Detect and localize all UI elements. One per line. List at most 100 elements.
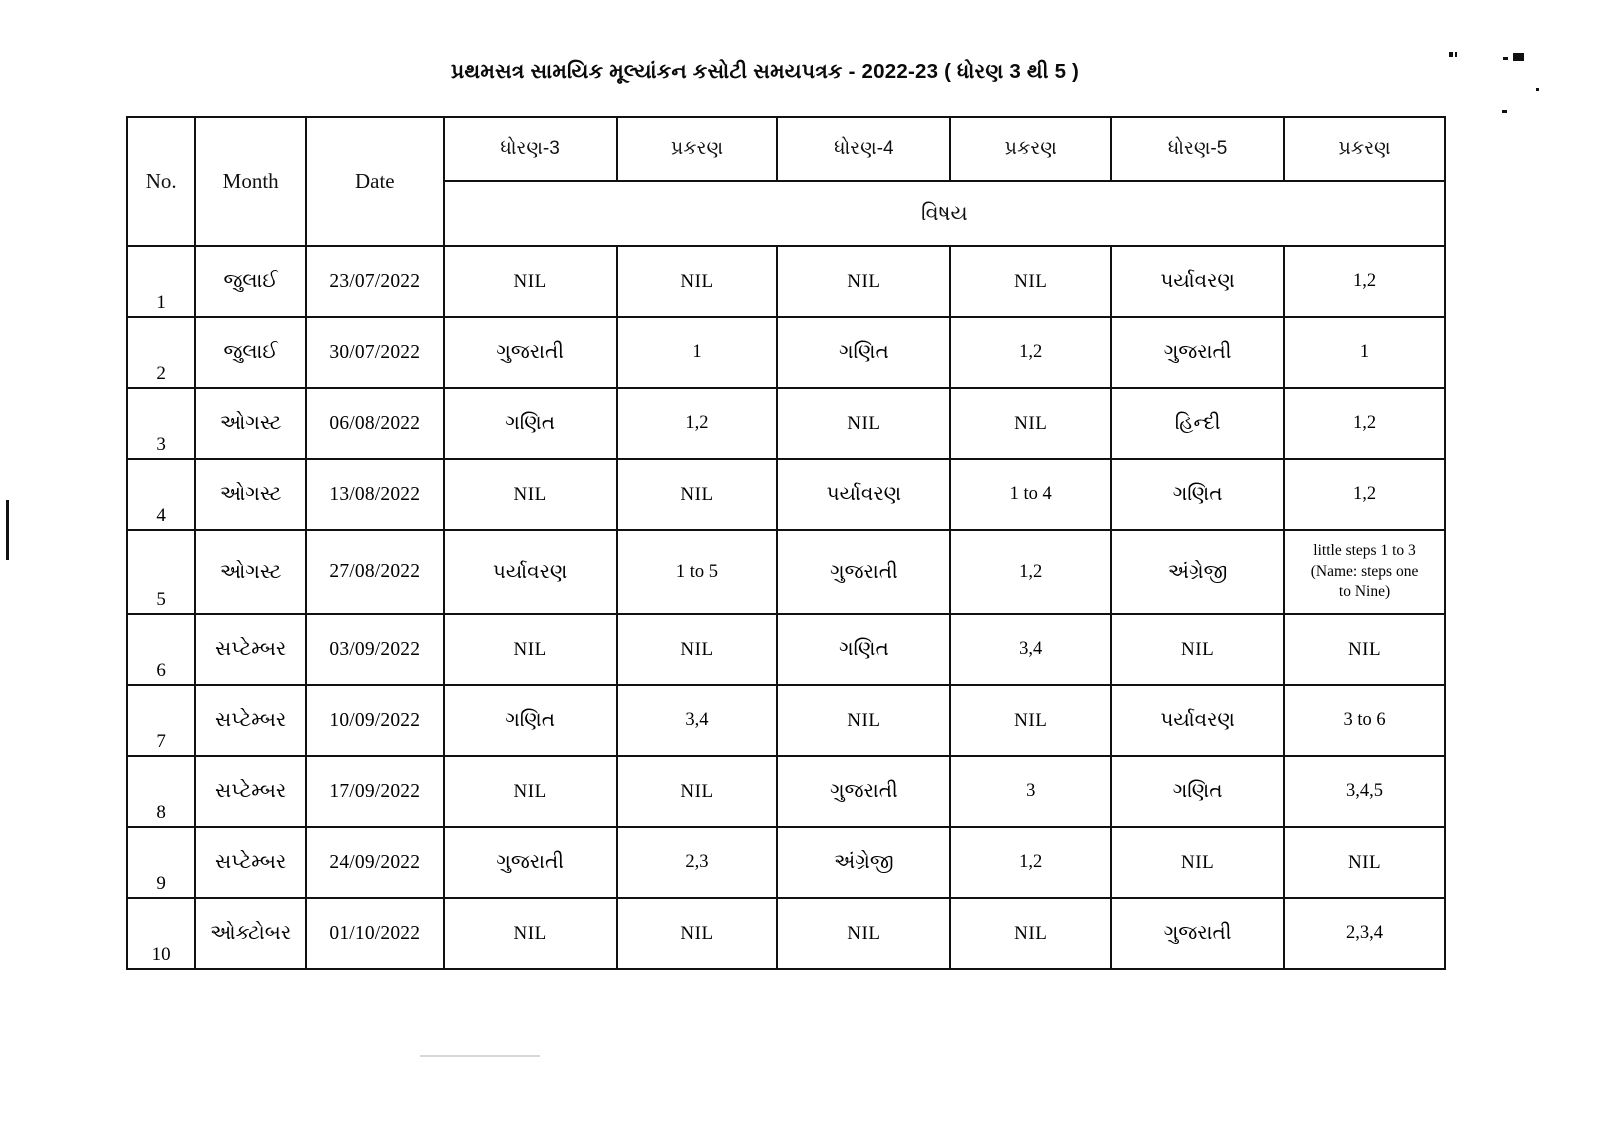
grade5-chapter-nil: NIL [1283, 826, 1446, 899]
header-month: Month [194, 116, 307, 247]
grade4-subject: પર્યાવરણ [776, 458, 952, 531]
row-number-cell: 1 [125, 245, 197, 318]
grade3-chapter: 1 [615, 316, 779, 389]
month-cell: જુલાઈ [194, 245, 307, 318]
grade4-chapter-nil: NIL [949, 684, 1113, 757]
row-number: 6 [156, 660, 166, 681]
nil-label: NIL [513, 270, 547, 292]
nil-label: NIL [1181, 638, 1215, 660]
grade5-subject: ગુજરાતી [1110, 897, 1286, 970]
row-number-cell: 4 [125, 458, 197, 531]
month-cell: જુલાઈ [194, 316, 307, 389]
month-cell: ઓગસ્ટ [194, 387, 307, 460]
date-cell: 24/09/2022 [304, 826, 445, 899]
table-row: 2 જુલાઈ 30/07/2022 ગુજરાતી 1 ગણિત 1,2 ગુજરાતી 1 [125, 316, 1446, 389]
nil-label: NIL [847, 270, 881, 292]
grade5-chapter-nil: NIL [1283, 613, 1446, 686]
header-subject-span: વિષય [442, 180, 1447, 247]
scan-speckle [420, 1055, 540, 1057]
table-row: 10 ઓક્ટોબર 01/10/2022 NIL NIL NIL NIL ગુજરાતી 2,… [125, 897, 1446, 970]
grade5-chapter: 1,2 [1283, 245, 1446, 318]
grade3-subject-nil: NIL [442, 245, 618, 318]
nil-label: NIL [513, 922, 547, 944]
grade5-subject: ગણિત [1110, 458, 1286, 531]
date-cell: 23/07/2022 [304, 245, 445, 318]
nil-label: NIL [1014, 709, 1048, 731]
scan-speckle [1449, 52, 1453, 57]
grade3-subject-nil: NIL [442, 897, 618, 970]
scan-speckle [1513, 53, 1524, 61]
nil-label: NIL [1014, 412, 1048, 434]
nil-label: NIL [680, 780, 714, 802]
grade4-subject-nil: NIL [776, 245, 952, 318]
row-number: 9 [156, 873, 166, 894]
grade5-subject: પર્યાવરણ [1110, 684, 1286, 757]
grade4-chapter-nil: NIL [949, 897, 1113, 970]
header-chapter-4: પ્રકરણ [949, 116, 1113, 182]
grade5-subject: હિન્દી [1110, 387, 1286, 460]
month-cell: ઓક્ટોબર [194, 897, 307, 970]
grade3-subject-nil: NIL [442, 613, 618, 686]
grade5-subject-nil: NIL [1110, 613, 1286, 686]
grade3-chapter: 1 to 5 [615, 529, 779, 615]
grade3-subject: ગણિત [442, 387, 618, 460]
row-number: 3 [156, 434, 166, 455]
grade3-subject-nil: NIL [442, 458, 618, 531]
month-cell: ઓગસ્ટ [194, 529, 307, 615]
table-row: 7 સપ્ટેમ્બર 10/09/2022 ગણિત 3,4 NIL NIL પર્યાવર… [125, 684, 1446, 757]
header-grade-5: ધોરણ-5 [1110, 116, 1286, 182]
nil-label: NIL [680, 483, 714, 505]
header-chapter-5: પ્રકરણ [1283, 116, 1446, 182]
scan-speckle [1536, 88, 1539, 91]
header-date: Date [304, 116, 445, 247]
row-number-cell: 8 [125, 755, 197, 828]
grade3-chapter-nil: NIL [615, 755, 779, 828]
date-cell: 27/08/2022 [304, 529, 445, 615]
grade4-subject-nil: NIL [776, 684, 952, 757]
header-chapter-3: પ્રકરણ [615, 116, 779, 182]
grade3-chapter: 1,2 [615, 387, 779, 460]
table-row: 6 સપ્ટેમ્બર 03/09/2022 NIL NIL ગણિત 3,4 NIL NIL [125, 613, 1446, 686]
grade5-subject: પર્યાવરણ [1110, 245, 1286, 318]
grade4-subject: ગણિત [776, 613, 952, 686]
row-number-cell: 7 [125, 684, 197, 757]
grade3-subject: ગણિત [442, 684, 618, 757]
grade4-subject-nil: NIL [776, 897, 952, 970]
grade3-chapter-nil: NIL [615, 897, 779, 970]
grade4-chapter: 3 [949, 755, 1113, 828]
row-number: 1 [156, 292, 166, 313]
date-cell: 10/09/2022 [304, 684, 445, 757]
grade5-subject: અંગ્રેજી [1110, 529, 1286, 615]
row-number-cell: 2 [125, 316, 197, 389]
nil-label: NIL [513, 638, 547, 660]
nil-label: NIL [1014, 270, 1048, 292]
row-number: 7 [156, 731, 166, 752]
grade3-chapter-nil: NIL [615, 245, 779, 318]
grade5-chapter: 1 [1283, 316, 1446, 389]
table-row: 1 જુલાઈ 23/07/2022 NIL NIL NIL NIL પર્યાવરણ 1,2 [125, 245, 1446, 318]
grade5-subject-nil: NIL [1110, 826, 1286, 899]
table-row: 5 ઓગસ્ટ 27/08/2022 પર્યાવરણ 1 to 5 ગુજરાતી 1,2… [125, 529, 1446, 615]
table-row: 4 ઓગસ્ટ 13/08/2022 NIL NIL પર્યાવરણ 1 to 4 ગણિત… [125, 458, 1446, 531]
nil-label: NIL [680, 638, 714, 660]
grade4-subject: ગણિત [776, 316, 952, 389]
scan-speckle [1455, 52, 1457, 57]
grade4-subject-nil: NIL [776, 387, 952, 460]
row-number-cell: 10 [125, 897, 197, 970]
header-no: No. [125, 116, 197, 247]
grade3-chapter-nil: NIL [615, 458, 779, 531]
nil-label: NIL [680, 922, 714, 944]
nil-label: NIL [513, 780, 547, 802]
date-cell: 03/09/2022 [304, 613, 445, 686]
nil-label: NIL [1181, 851, 1215, 873]
row-number-cell: 6 [125, 613, 197, 686]
table-body: 1 જુલાઈ 23/07/2022 NIL NIL NIL NIL પર્યાવરણ 1,2 2… [125, 245, 1446, 970]
grade5-chapter: little steps 1 to 3 (Name: steps one to Ni… [1283, 529, 1446, 615]
grade3-chapter: 2,3 [615, 826, 779, 899]
date-cell: 06/08/2022 [304, 387, 445, 460]
header-grade-4: ધોરણ-4 [776, 116, 952, 182]
scan-speckle [6, 500, 9, 560]
scan-speckle [1502, 110, 1507, 113]
table-header: No. Month Date ધોરણ-3 પ્રકરણ ધોરણ-4 પ્રક… [125, 116, 1447, 247]
grade4-chapter-nil: NIL [949, 387, 1113, 460]
